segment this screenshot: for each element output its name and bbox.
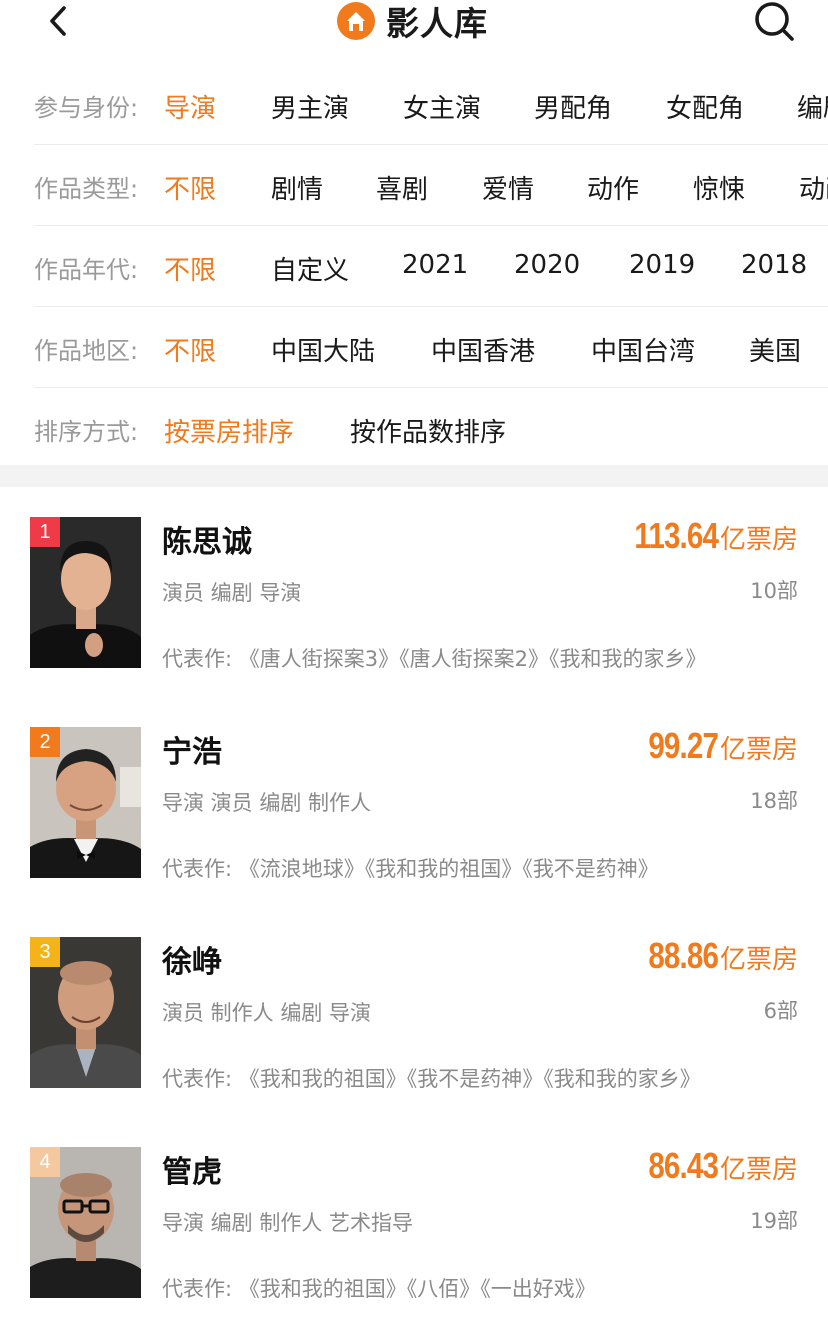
filter-panel: 参与身份: 导演 男主演 女主演 男配角 女配角 编剧 作品类型: 不限 剧情 …	[0, 64, 828, 469]
person-roles: 导演 编剧 制作人 艺术指导	[162, 1211, 414, 1235]
rep-titles: 《我和我的祖国》《八佰》《一出好戏》	[238, 1277, 596, 1301]
filter-row-region: 作品地区: 不限 中国大陆 中国香港 中国台湾 美国	[34, 307, 828, 388]
avatar: 4	[30, 1147, 141, 1298]
filter-option[interactable]: 男主演	[271, 88, 349, 125]
filter-option[interactable]: 编剧	[797, 88, 828, 125]
rank-badge: 1	[30, 517, 60, 547]
filter-label: 排序方式:	[34, 418, 139, 446]
list-item[interactable]: 1 陈思诚 113.64 亿票房 演员 编剧 导演 10部 代表作: 《唐人街探…	[0, 487, 828, 697]
filter-option[interactable]: 爱情	[482, 169, 534, 206]
filter-label: 作品类型:	[34, 175, 139, 203]
page-title: 影人库	[386, 4, 488, 43]
filter-option[interactable]: 女配角	[666, 88, 744, 125]
rep-titles: 《唐人街探案3》《唐人街探案2》《我和我的家乡》	[238, 647, 707, 671]
filter-option[interactable]: 动画	[799, 169, 828, 206]
filter-option[interactable]: 中国大陆	[271, 331, 375, 368]
box-office: 88.86 亿票房	[633, 935, 798, 977]
filter-label: 参与身份:	[34, 94, 139, 122]
maoyan-logo-icon	[337, 2, 375, 40]
box-office-value: 99.27	[648, 725, 719, 766]
works-count: 10部	[750, 579, 798, 603]
rep-label: 代表作:	[162, 857, 233, 881]
rank-badge: 2	[30, 727, 60, 757]
filter-option-selected[interactable]: 导演	[164, 88, 216, 125]
box-office-unit: 亿票房	[719, 735, 798, 765]
works-count: 18部	[750, 789, 798, 813]
representative-works: 代表作: 《我和我的祖国》《我不是药神》《我和我的家乡》	[162, 1063, 701, 1093]
filter-option[interactable]: 动作	[587, 169, 639, 206]
filter-option[interactable]: 剧情	[271, 169, 323, 206]
list-item[interactable]: 3 徐峥 88.86 亿票房 演员 制作人 编剧 导演 6部 代表作: 《我和我…	[0, 907, 828, 1117]
top-nav-bar: 影人库	[0, 0, 828, 44]
sort-option[interactable]: 按作品数排序	[350, 412, 506, 449]
rank-badge: 4	[30, 1147, 60, 1177]
person-roles: 演员 编剧 导演	[162, 581, 302, 605]
box-office-value: 88.86	[648, 935, 719, 976]
box-office: 113.64 亿票房	[616, 515, 798, 557]
filter-option[interactable]: 女主演	[403, 88, 481, 125]
avatar: 2	[30, 727, 141, 878]
person-name: 管虎	[162, 1155, 222, 1190]
representative-works: 代表作: 《流浪地球》《我和我的祖国》《我不是药神》	[162, 853, 659, 883]
works-count: 19部	[750, 1209, 798, 1233]
representative-works: 代表作: 《唐人街探案3》《唐人街探案2》《我和我的家乡》	[162, 643, 707, 673]
filter-option-selected[interactable]: 不限	[164, 250, 216, 287]
people-list: 1 陈思诚 113.64 亿票房 演员 编剧 导演 10部 代表作: 《唐人街探…	[0, 487, 828, 1327]
back-button[interactable]	[44, 2, 74, 40]
sort-option-selected[interactable]: 按票房排序	[164, 412, 294, 449]
filter-option[interactable]: 惊悚	[693, 169, 745, 206]
filter-option[interactable]: 自定义	[271, 250, 349, 287]
chevron-left-icon	[50, 6, 66, 36]
box-office: 99.27 亿票房	[633, 725, 798, 767]
page-title-group: 影人库	[336, 0, 488, 43]
rep-label: 代表作:	[162, 1067, 233, 1091]
filter-option[interactable]: 中国台湾	[591, 331, 695, 368]
filter-row-genre: 作品类型: 不限 剧情 喜剧 爱情 动作 惊悚 动画	[34, 145, 828, 226]
avatar: 1	[30, 517, 141, 668]
filter-option[interactable]: 2020	[514, 250, 580, 280]
filter-row-sort: 排序方式: 按票房排序 按作品数排序	[34, 388, 828, 469]
filter-option[interactable]: 美国	[749, 331, 801, 368]
rep-titles: 《我和我的祖国》《我不是药神》《我和我的家乡》	[238, 1067, 701, 1091]
filter-label: 作品年代:	[34, 256, 139, 284]
rep-label: 代表作:	[162, 647, 233, 671]
search-icon	[755, 2, 794, 41]
filter-option[interactable]: 喜剧	[376, 169, 428, 206]
list-item[interactable]: 2 宁浩 99.27 亿票房 导演 演员 编剧 制作人 18部 代表作: 《流浪…	[0, 697, 828, 907]
search-button[interactable]	[750, 0, 796, 44]
filter-option[interactable]: 2021	[402, 250, 468, 280]
person-name: 徐峥	[162, 945, 222, 980]
person-name: 宁浩	[162, 735, 222, 770]
person-roles: 导演 演员 编剧 制作人	[162, 791, 372, 815]
filter-label: 作品地区:	[34, 337, 139, 365]
filter-option[interactable]: 2018	[741, 250, 807, 280]
box-office-value: 86.43	[648, 1145, 719, 1186]
box-office-unit: 亿票房	[719, 1155, 798, 1185]
rep-label: 代表作:	[162, 1277, 233, 1301]
list-item[interactable]: 4 管虎 86.43 亿票房 导演 编剧 制作人 艺术指导 19部 代表作: 《…	[0, 1117, 828, 1327]
rep-titles: 《流浪地球》《我和我的祖国》《我不是药神》	[238, 857, 659, 881]
representative-works: 代表作: 《我和我的祖国》《八佰》《一出好戏》	[162, 1273, 596, 1303]
filter-row-role: 参与身份: 导演 男主演 女主演 男配角 女配角 编剧	[34, 64, 828, 145]
section-divider	[0, 465, 828, 487]
filter-option[interactable]: 中国香港	[431, 331, 535, 368]
filter-option-selected[interactable]: 不限	[164, 169, 216, 206]
filter-row-era: 作品年代: 不限 自定义 2021 2020 2019 2018	[34, 226, 828, 307]
works-count: 6部	[763, 999, 798, 1023]
filter-option[interactable]: 男配角	[534, 88, 612, 125]
box-office: 86.43 亿票房	[633, 1145, 798, 1187]
box-office-unit: 亿票房	[719, 945, 798, 975]
box-office-value: 113.64	[634, 515, 719, 556]
rank-badge: 3	[30, 937, 60, 967]
box-office-unit: 亿票房	[719, 525, 798, 555]
avatar: 3	[30, 937, 141, 1088]
person-roles: 演员 制作人 编剧 导演	[162, 1001, 372, 1025]
filter-option[interactable]: 2019	[629, 250, 695, 280]
person-name: 陈思诚	[162, 525, 252, 560]
filter-option-selected[interactable]: 不限	[164, 331, 216, 368]
